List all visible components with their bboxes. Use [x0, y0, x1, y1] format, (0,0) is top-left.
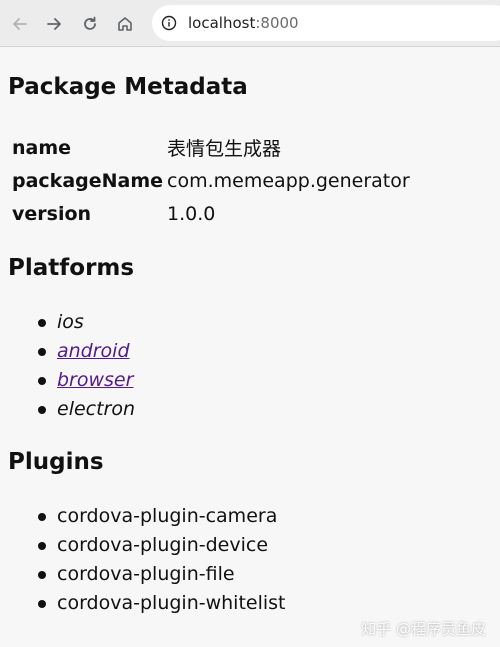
- metadata-table: name 表情包生成器 packageName com.memeapp.gene…: [8, 131, 410, 230]
- home-icon: [118, 17, 132, 31]
- metadata-key: packageName: [12, 169, 164, 192]
- platform-item: ios: [38, 308, 135, 337]
- metadata-key: name: [12, 136, 72, 159]
- plugin-item: cordova-plugin-camera: [38, 502, 286, 531]
- arrow-right-icon: [47, 18, 61, 30]
- platform-item: electron: [38, 395, 135, 424]
- plugin-item: cordova-plugin-whitelist: [38, 589, 286, 618]
- watermark: 知乎 @程序员鱼皮: [361, 620, 486, 638]
- platform-label: ios: [57, 311, 84, 333]
- info-icon[interactable]: [160, 14, 178, 32]
- home-button[interactable]: [113, 12, 137, 36]
- platform-item: android: [38, 337, 135, 366]
- metadata-key: version: [12, 202, 92, 225]
- metadata-row: version 1.0.0: [8, 197, 410, 230]
- metadata-heading: Package Metadata: [8, 74, 248, 100]
- metadata-value: 1.0.0: [167, 202, 216, 225]
- plugins-heading: Plugins: [8, 449, 104, 475]
- reload-button[interactable]: [78, 12, 102, 36]
- platform-link[interactable]: browser: [57, 369, 133, 391]
- platform-item: browser: [38, 366, 135, 395]
- metadata-value: 表情包生成器: [167, 138, 282, 160]
- metadata-value: com.memeapp.generator: [167, 169, 410, 192]
- platform-link[interactable]: android: [57, 340, 130, 362]
- back-button[interactable]: [8, 12, 32, 36]
- metadata-row: packageName com.memeapp.generator: [8, 164, 410, 197]
- url-host: localhost: [188, 14, 256, 32]
- arrow-left-icon: [13, 18, 27, 30]
- plugin-item: cordova-plugin-file: [38, 560, 286, 589]
- metadata-row: name 表情包生成器: [8, 131, 410, 164]
- url-text[interactable]: localhost:8000: [188, 14, 299, 32]
- platforms-list: ios android browser electron: [38, 308, 135, 424]
- plugin-item: cordova-plugin-device: [38, 531, 286, 560]
- platforms-heading: Platforms: [8, 255, 135, 281]
- address-bar[interactable]: localhost:8000: [152, 5, 500, 41]
- reload-icon: [84, 16, 96, 30]
- forward-button[interactable]: [42, 12, 66, 36]
- plugins-list: cordova-plugin-camera cordova-plugin-dev…: [38, 502, 286, 618]
- url-port: :8000: [255, 14, 299, 32]
- platform-label: electron: [57, 398, 136, 420]
- browser-toolbar: localhost:8000: [0, 0, 500, 47]
